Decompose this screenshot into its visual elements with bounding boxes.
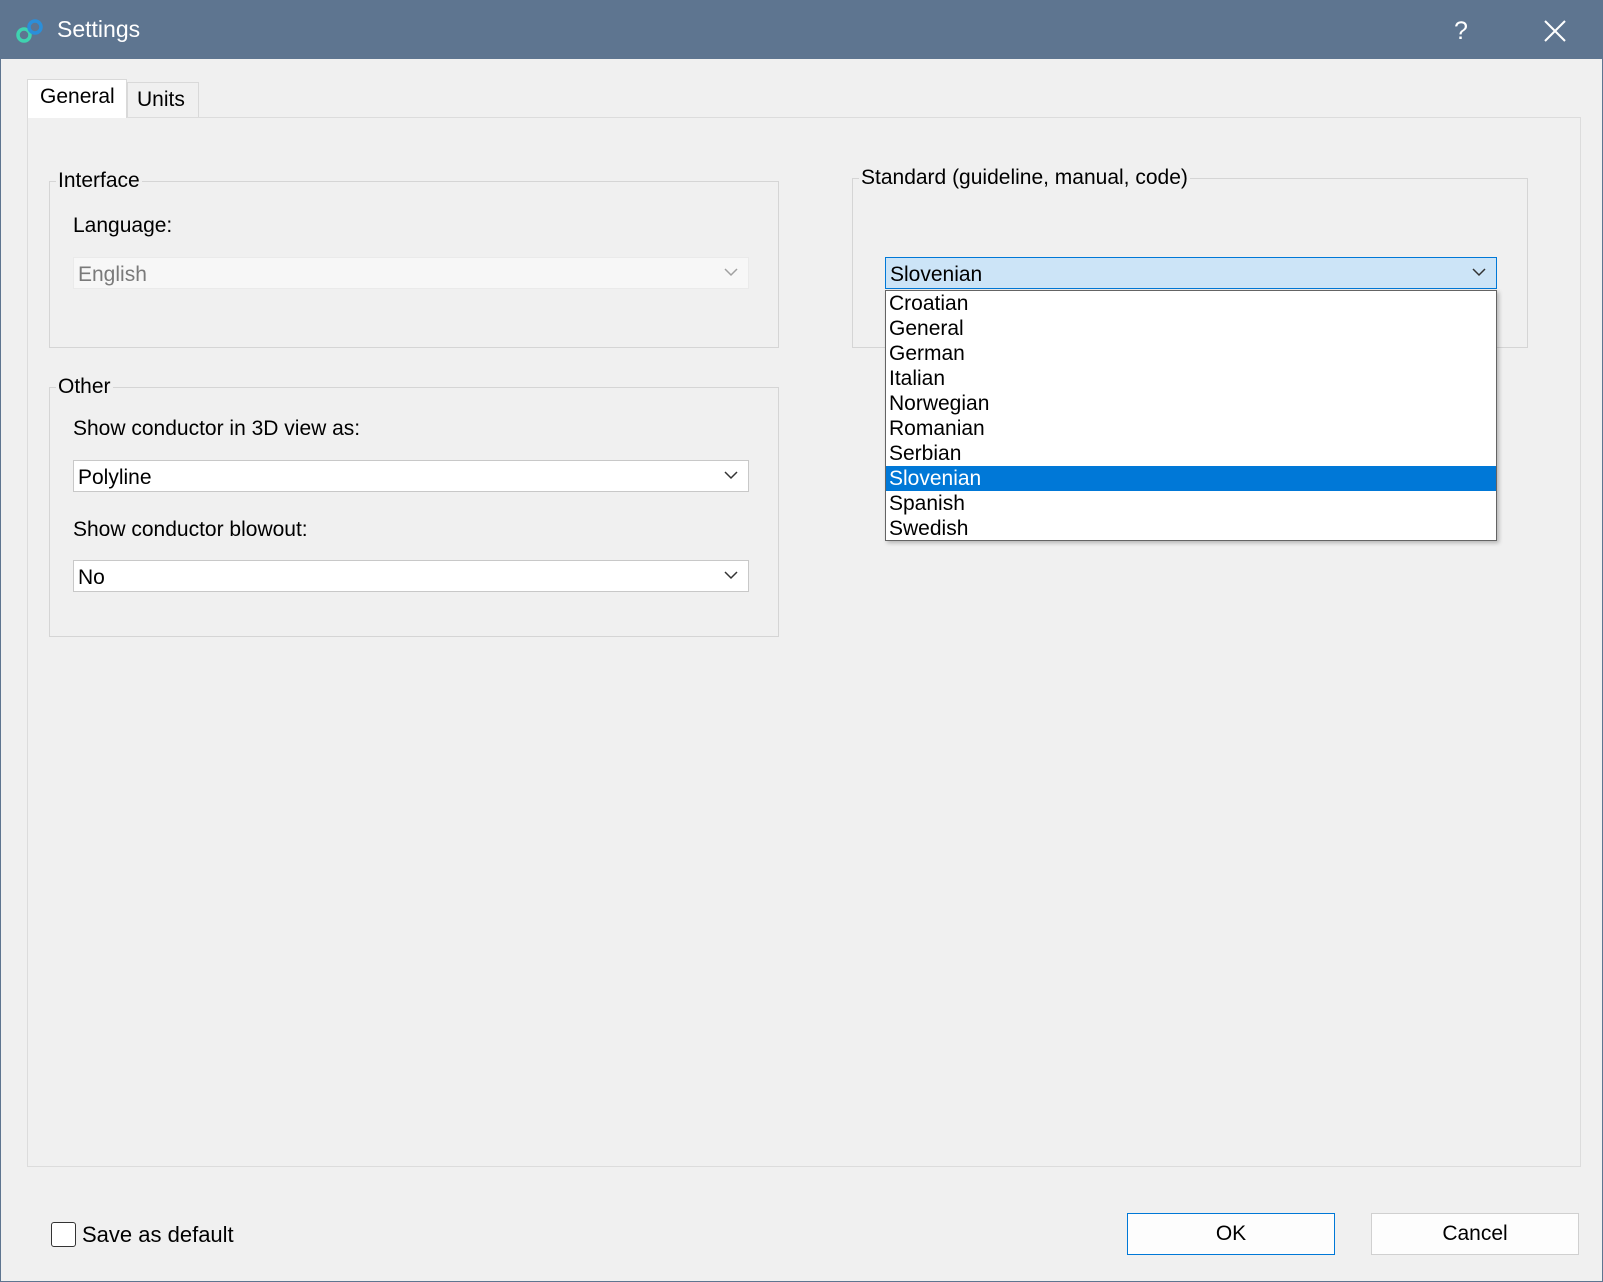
chevron-down-icon bbox=[724, 571, 738, 580]
close-icon bbox=[1544, 20, 1566, 42]
standard-dropdown-list: Croatian General German Italian Norwegian Rom… bbox=[885, 290, 1497, 541]
save-as-default-label[interactable]: Save as default bbox=[82, 1222, 234, 1248]
title-bar: Settings ? bbox=[1, 1, 1602, 59]
standard-option-norwegian[interactable]: Norwegian bbox=[886, 391, 1496, 416]
ok-button[interactable]: OK bbox=[1127, 1213, 1335, 1255]
standard-option-general[interactable]: General bbox=[886, 316, 1496, 341]
standard-group-title: Standard (guideline, manual, code) bbox=[859, 166, 1190, 190]
standard-option-croatian[interactable]: Croatian bbox=[886, 291, 1496, 316]
chevron-down-icon bbox=[724, 471, 738, 480]
chevron-down-icon bbox=[724, 268, 738, 277]
standard-option-swedish[interactable]: Swedish bbox=[886, 516, 1496, 541]
conductor-view-value: Polyline bbox=[78, 466, 152, 489]
standard-option-serbian[interactable]: Serbian bbox=[886, 441, 1496, 466]
save-as-default-checkbox[interactable] bbox=[51, 1222, 76, 1247]
interface-group-title: Interface bbox=[56, 169, 142, 193]
settings-dialog: Settings ? General Units Interface Langu… bbox=[0, 0, 1603, 1282]
cancel-button[interactable]: Cancel bbox=[1371, 1213, 1579, 1255]
standard-option-german[interactable]: German bbox=[886, 341, 1496, 366]
blowout-select[interactable]: No bbox=[73, 560, 749, 592]
app-logo-icon bbox=[16, 19, 43, 43]
tab-units[interactable]: Units bbox=[127, 82, 199, 117]
standard-option-italian[interactable]: Italian bbox=[886, 366, 1496, 391]
other-group-title: Other bbox=[56, 375, 113, 399]
conductor-view-select[interactable]: Polyline bbox=[73, 460, 749, 492]
standard-select-value: Slovenian bbox=[890, 263, 983, 286]
standard-select[interactable]: Slovenian bbox=[885, 257, 1497, 289]
standard-option-spanish[interactable]: Spanish bbox=[886, 491, 1496, 516]
conductor-view-label: Show conductor in 3D view as: bbox=[73, 417, 361, 440]
tab-general[interactable]: General bbox=[27, 79, 127, 118]
blowout-label: Show conductor blowout: bbox=[73, 518, 308, 541]
help-button[interactable]: ? bbox=[1441, 11, 1481, 51]
standard-option-slovenian[interactable]: Slovenian bbox=[886, 466, 1496, 491]
language-label: Language: bbox=[73, 214, 173, 237]
chevron-down-icon bbox=[1472, 268, 1486, 277]
standard-option-romanian[interactable]: Romanian bbox=[886, 416, 1496, 441]
window-title: Settings bbox=[57, 16, 141, 42]
blowout-value: No bbox=[78, 566, 105, 589]
language-select: English bbox=[73, 257, 749, 289]
language-select-value: English bbox=[78, 263, 147, 286]
close-button[interactable] bbox=[1535, 11, 1575, 51]
